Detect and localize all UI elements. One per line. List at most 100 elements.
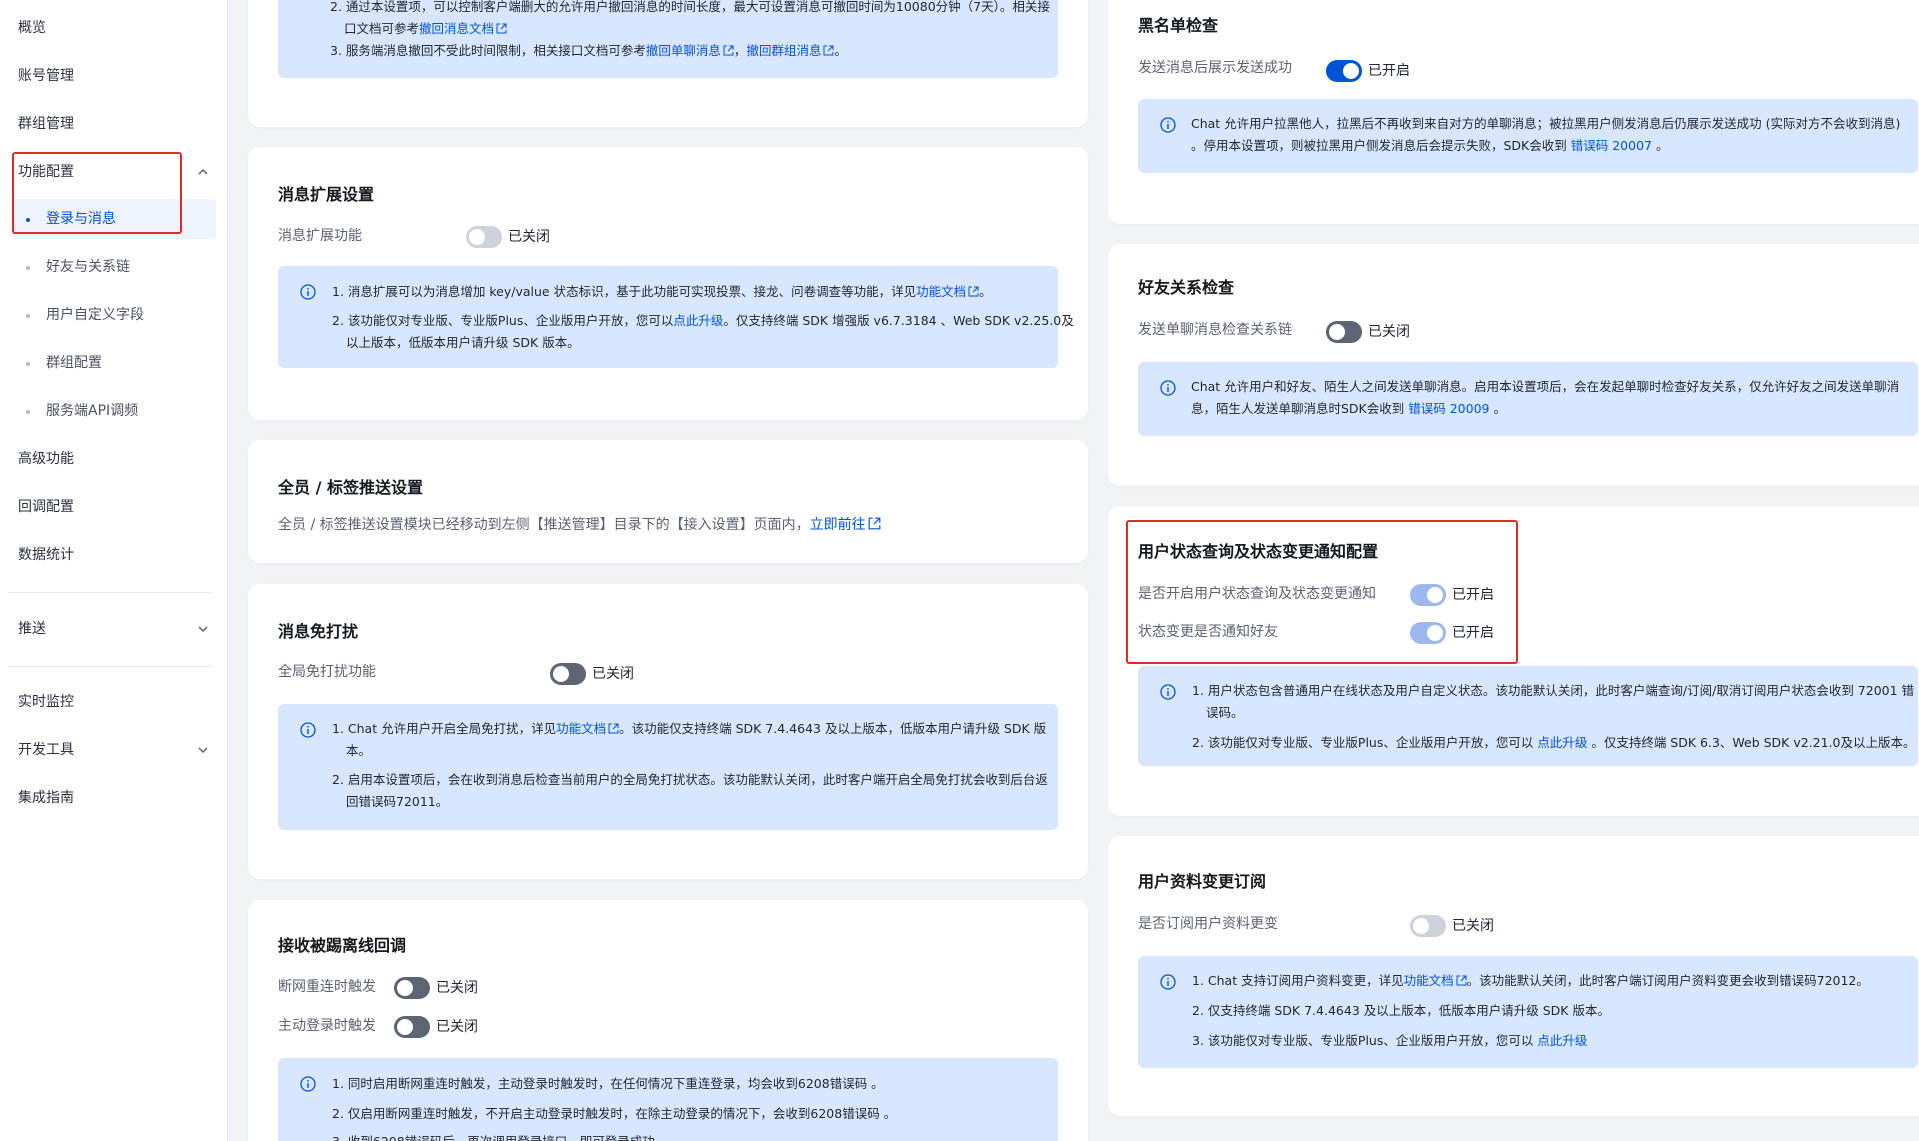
kick-login-toggle[interactable]: [394, 1016, 430, 1038]
go-now-link[interactable]: 立即前往: [810, 517, 866, 533]
dnd-toggle[interactable]: [550, 663, 586, 685]
profile-subscribe-card: 用户资料变更订阅 是否订阅用户资料更变 已关闭 1. Chat 支持订阅用户资料…: [1108, 836, 1919, 1116]
info-icon: [300, 1076, 316, 1092]
info-line: 1. 用户状态包含普通用户在线状态及用户自定义状态。该功能默认关闭，此时客户端查…: [1192, 683, 1915, 698]
info-box: 1. 用户状态包含普通用户在线状态及用户自定义状态。该功能默认关闭，此时客户端查…: [1138, 666, 1918, 766]
sidebar-item-group[interactable]: 群组管理: [18, 112, 74, 136]
info-line: 误码。: [1206, 705, 1244, 720]
kick-reconnect-toggle[interactable]: [394, 977, 430, 999]
upgrade-link[interactable]: 点此升级: [1537, 735, 1587, 750]
dnd-card: 消息免打扰 全局免打扰功能 已关闭 1. Chat 允许用户开启全局免打扰，详见…: [248, 584, 1088, 879]
external-link-icon: [968, 286, 979, 297]
sidebar-item-advanced[interactable]: 高级功能: [18, 447, 74, 471]
info-icon: [1160, 974, 1176, 990]
recall-settings-card: 2. 通过本设置项，可以控制客户端删大的允许用户撤回消息的时间长度，最大可设置消…: [248, 0, 1088, 127]
info-line: 3. 该功能仅对专业版、专业版Plus、企业版用户开放，您可以 点此升级: [1192, 1033, 1588, 1048]
toggle-state: 已关闭: [592, 666, 634, 682]
chevron-up-icon[interactable]: [196, 165, 210, 179]
card-title: 接收被踢离线回调: [278, 936, 407, 955]
info-line: Chat 允许用户和好友、陌生人之间发送单聊消息。启用本设置项后，会在发起单聊时…: [1191, 379, 1900, 394]
info-box: Chat 允许用户拉黑他人，拉黑后不再收到来自对方的单聊消息；被拉黑用户侧发消息…: [1138, 99, 1918, 173]
info-box: 1. 同时启用断网重连时触发，主动登录时触发时，在任何情况下重连登录，均会收到6…: [278, 1058, 1058, 1141]
card-title: 消息免打扰: [278, 622, 359, 641]
info-icon: [300, 284, 316, 300]
card-title: 用户资料变更订阅: [1138, 872, 1267, 891]
feature-doc-link[interactable]: 功能文档: [916, 284, 966, 299]
external-link-icon: [608, 723, 619, 734]
kick-offline-card: 接收被踢离线回调 断网重连时触发 已关闭 主动登录时触发 已关闭 1. 同时启用…: [248, 900, 1088, 1141]
divider: [8, 592, 212, 593]
sidebar-item-friends[interactable]: 好友与关系链: [46, 255, 130, 279]
push-text: 全员 / 标签推送设置模块已经移动到左侧【推送管理】目录下的【接入设置】页面内，…: [278, 514, 881, 534]
card-title: 消息扩展设置: [278, 185, 375, 204]
sidebar-item-devtools[interactable]: 开发工具: [18, 738, 74, 762]
error-code-link[interactable]: 错误码 20007: [1571, 138, 1652, 153]
highlight-box-status: [1126, 520, 1518, 664]
friend-check-toggle[interactable]: [1326, 321, 1362, 343]
info-box: 1. 消息扩展可以为消息增加 key/value 状态标识，基于此功能可实现投票…: [278, 266, 1074, 368]
recall-single-link[interactable]: 撤回单聊消息: [646, 43, 721, 58]
info-icon: [1160, 684, 1176, 700]
sidebar-item-stats[interactable]: 数据统计: [18, 543, 74, 567]
card-title: 好友关系检查: [1138, 278, 1235, 297]
info-box: 2. 通过本设置项，可以控制客户端删大的允许用户撤回消息的时间长度，最大可设置消…: [278, 0, 1058, 78]
msg-ext-card: 消息扩展设置 消息扩展功能 已关闭 1. 消息扩展可以为消息增加 key/val…: [248, 147, 1088, 420]
sidebar-item-server-api[interactable]: 服务端API调频: [46, 399, 138, 423]
divider: [8, 666, 212, 667]
chevron-down-icon[interactable]: [196, 743, 210, 757]
info-line: 3. 服务端消息撤回不受此时间限制，相关接口文档可参考撤回单聊消息 ，撤回群组消息…: [330, 43, 847, 58]
feature-doc-link[interactable]: 功能文档: [1404, 973, 1454, 988]
info-line: 2. 启用本设置项后，会在收到消息后检查当前用户的全局免打扰状态。该功能默认关闭…: [332, 772, 1048, 787]
info-line: 2. 通过本设置项，可以控制客户端删大的允许用户撤回消息的时间长度，最大可设置消…: [330, 0, 1050, 14]
sidebar-item-callback[interactable]: 回调配置: [18, 495, 74, 519]
error-code-link[interactable]: 错误码 20009: [1408, 401, 1489, 416]
sidebar-item-overview[interactable]: 概览: [18, 16, 46, 40]
info-line: 2. 仅启用断网重连时触发，不开启主动登录时触发时，在除主动登录的情况下，会收到…: [332, 1106, 897, 1121]
external-link-icon: [868, 517, 881, 530]
info-line: 1. 同时启用断网重连时触发，主动登录时触发时，在任何情况下重连登录，均会收到6…: [332, 1076, 884, 1091]
info-line: 回错误码72011。: [346, 794, 449, 809]
info-line: 本。: [346, 743, 372, 758]
bullet-icon: [26, 266, 30, 270]
profile-label: 是否订阅用户资料更变: [1138, 916, 1278, 932]
info-line: 1. 消息扩展可以为消息增加 key/value 状态标识，基于此功能可实现投票…: [332, 284, 992, 299]
toggle-state: 已关闭: [508, 229, 550, 245]
info-line: 1. Chat 支持订阅用户资料变更，详见功能文档 。该功能默认关闭，此时客户端订…: [1192, 973, 1869, 988]
external-link-icon: [1456, 975, 1467, 986]
chevron-down-icon[interactable]: [196, 622, 210, 636]
recall-doc-link[interactable]: 撤回消息文档: [419, 21, 494, 36]
msg-ext-toggle[interactable]: [466, 226, 502, 248]
sidebar-item-group-config[interactable]: 群组配置: [46, 351, 102, 375]
info-line: 息，陌生人发送单聊消息时SDK会收到 错误码 20009 。: [1191, 401, 1506, 416]
sidebar-item-monitor[interactable]: 实时监控: [18, 690, 74, 714]
info-icon: [300, 722, 316, 738]
highlight-box-sidebar: [12, 152, 182, 234]
external-link-icon: [823, 45, 834, 56]
push-settings-card: 全员 / 标签推送设置 全员 / 标签推送设置模块已经移动到左侧【推送管理】目录…: [248, 440, 1088, 563]
dnd-label: 全局免打扰功能: [278, 664, 376, 680]
blacklist-label: 发送消息后展示发送成功: [1138, 60, 1292, 76]
blacklist-toggle[interactable]: [1326, 60, 1362, 82]
toggle-state: 已关闭: [436, 980, 478, 996]
friend-check-card: 好友关系检查 发送单聊消息检查关系链 已关闭 Chat 允许用户和好友、陌生人之…: [1108, 244, 1919, 486]
card-title: 黑名单检查: [1138, 16, 1219, 35]
msg-ext-label: 消息扩展功能: [278, 228, 362, 244]
sidebar-item-guide[interactable]: 集成指南: [18, 786, 74, 810]
sidebar-item-push[interactable]: 推送: [18, 617, 46, 641]
info-line: 2. 该功能仅对专业版、专业版Plus、企业版用户开放，您可以 点此升级 。仅支…: [1192, 735, 1916, 750]
upgrade-link[interactable]: 点此升级: [1537, 1033, 1587, 1048]
info-line: 口文档可参考撤回消息文档: [344, 20, 507, 38]
info-line: 2. 该功能仅对专业版、专业版Plus、企业版用户开放，您可以点此升级。仅支持终…: [332, 313, 1074, 328]
sidebar-item-account[interactable]: 账号管理: [18, 64, 74, 88]
upgrade-link[interactable]: 点此升级: [673, 313, 723, 328]
sidebar-item-user-fields[interactable]: 用户自定义字段: [46, 303, 144, 327]
info-line: Chat 允许用户拉黑他人，拉黑后不再收到来自对方的单聊消息；被拉黑用户侧发消息…: [1191, 116, 1901, 131]
info-icon: [1160, 117, 1176, 133]
profile-toggle[interactable]: [1410, 915, 1446, 937]
toggle-state: 已关闭: [1368, 324, 1410, 340]
info-box: Chat 允许用户和好友、陌生人之间发送单聊消息。启用本设置项后，会在发起单聊时…: [1138, 362, 1918, 436]
kick-reconnect-label: 断网重连时触发: [278, 979, 376, 995]
kick-login-label: 主动登录时触发: [278, 1018, 376, 1034]
feature-doc-link[interactable]: 功能文档: [556, 721, 606, 736]
recall-group-link[interactable]: 撤回群组消息: [746, 43, 821, 58]
